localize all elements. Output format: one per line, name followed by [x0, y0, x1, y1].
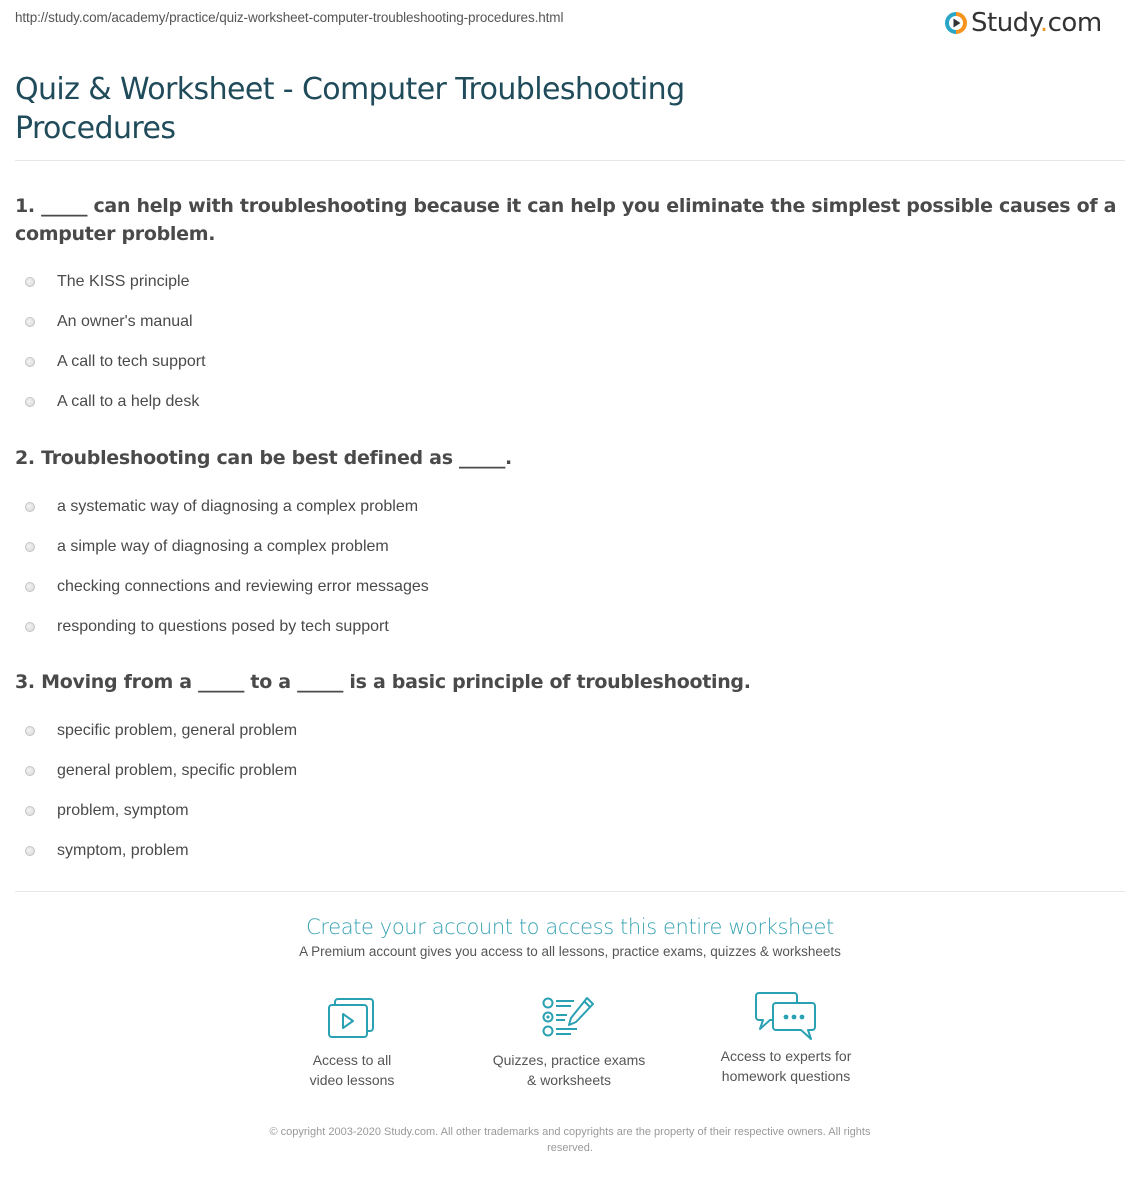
page-url: http://study.com/academy/practice/quiz-w…: [15, 10, 564, 25]
feature-video-lessons: Access to all video lessons: [252, 996, 452, 1090]
radio-button[interactable]: [25, 397, 35, 407]
feature-label: Access to experts for homework questions: [720, 1048, 852, 1084]
radio-button[interactable]: [25, 726, 35, 736]
feature-quizzes: Quizzes, practice exams & worksheets: [469, 996, 669, 1090]
option-label: specific problem, general problem: [57, 722, 298, 739]
copyright-notice: © copyright 2003-2020 Study.com. All oth…: [269, 1126, 871, 1154]
radio-button[interactable]: [25, 806, 35, 816]
question-2: 2. Troubleshooting can be best defined a…: [15, 444, 1125, 647]
signup-cta: Create your account to access this entir…: [0, 912, 1140, 959]
quiz-checklist-pencil-icon: [542, 997, 594, 1037]
option-label: responding to questions posed by tech su…: [57, 618, 389, 635]
question-text: 3. Moving from a _____ to a _____ is a b…: [15, 671, 751, 693]
video-lessons-icon: [328, 998, 374, 1038]
question-3: 3. Moving from a _____ to a _____ is a b…: [15, 668, 1125, 871]
divider: [15, 891, 1125, 892]
option-label: An owner's manual: [57, 313, 193, 330]
radio-button[interactable]: [25, 582, 35, 592]
option-label: problem, symptom: [57, 802, 189, 819]
answer-option[interactable]: a systematic way of diagnosing a complex…: [15, 487, 1125, 527]
option-label: The KISS principle: [57, 273, 190, 290]
answer-option[interactable]: general problem, specific problem: [15, 751, 1125, 791]
option-label: checking connections and reviewing error…: [57, 578, 429, 595]
radio-button[interactable]: [25, 846, 35, 856]
cta-title-link[interactable]: Create your account to access this entir…: [0, 912, 1140, 942]
answer-options: specific problem, general problem genera…: [15, 711, 1125, 871]
chat-bubbles-icon: [755, 992, 816, 1040]
answer-option[interactable]: problem, symptom: [15, 791, 1125, 831]
feature-experts: Access to experts for homework questions: [686, 992, 886, 1086]
study-com-logo[interactable]: Study.com: [945, 8, 1102, 38]
answer-option[interactable]: A call to a help desk: [15, 382, 1125, 422]
answer-option[interactable]: specific problem, general problem: [15, 711, 1125, 751]
radio-button[interactable]: [25, 357, 35, 367]
question-text: 2. Troubleshooting can be best defined a…: [15, 447, 512, 469]
answer-option[interactable]: symptom, problem: [15, 831, 1125, 871]
answer-option[interactable]: An owner's manual: [15, 302, 1125, 342]
option-label: a simple way of diagnosing a complex pro…: [57, 538, 389, 555]
question-1: 1. _____ can help with troubleshooting b…: [15, 192, 1125, 422]
answer-options: The KISS principle An owner's manual A c…: [15, 262, 1125, 422]
divider: [15, 160, 1125, 161]
page-title: Quiz & Worksheet - Computer Troubleshoot…: [15, 72, 685, 146]
answer-option[interactable]: The KISS principle: [15, 262, 1125, 302]
option-label: symptom, problem: [57, 842, 189, 859]
answer-option[interactable]: a simple way of diagnosing a complex pro…: [15, 527, 1125, 567]
radio-button[interactable]: [25, 277, 35, 287]
radio-button[interactable]: [25, 317, 35, 327]
answer-option[interactable]: A call to tech support: [15, 342, 1125, 382]
question-text: 1. _____ can help with troubleshooting b…: [15, 195, 1117, 245]
premium-features: Access to all video lessons Quizzes, prac…: [0, 992, 1140, 1096]
answer-options: a systematic way of diagnosing a complex…: [15, 487, 1125, 647]
radio-button[interactable]: [25, 766, 35, 776]
option-label: general problem, specific problem: [57, 762, 298, 779]
feature-label: Access to all video lessons: [309, 1052, 395, 1088]
radio-button[interactable]: [25, 542, 35, 552]
play-circle-logo-icon: [945, 12, 967, 34]
radio-button[interactable]: [25, 622, 35, 632]
radio-button[interactable]: [25, 502, 35, 512]
cta-subtitle: A Premium account gives you access to al…: [299, 944, 841, 959]
option-label: a systematic way of diagnosing a complex…: [57, 498, 419, 515]
feature-label: Quizzes, practice exams & worksheets: [492, 1052, 646, 1088]
answer-option[interactable]: responding to questions posed by tech su…: [15, 607, 1125, 647]
option-label: A call to tech support: [57, 353, 206, 370]
option-label: A call to a help desk: [57, 393, 200, 410]
answer-option[interactable]: checking connections and reviewing error…: [15, 567, 1125, 607]
logo-wordmark: Study.com: [971, 8, 1102, 38]
